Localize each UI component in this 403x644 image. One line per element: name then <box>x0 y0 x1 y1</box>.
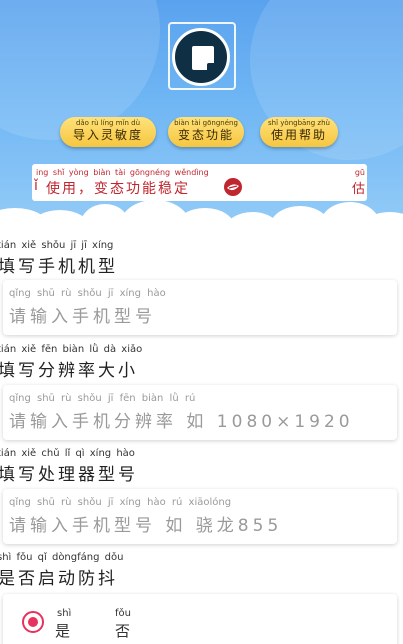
pill-label: 变态功能 <box>177 128 234 142</box>
processor-title: 填写处理器型号 <box>0 465 138 485</box>
notice-edge-pinyin: gū <box>354 168 365 177</box>
mod-function-button[interactable]: biàn tài gōngnéng 变态功能 <box>168 117 244 147</box>
model-title-pinyin: tián xiě shǒu jī jī xíng <box>0 240 114 251</box>
placeholder-text: 请输入手机型号 <box>9 307 156 327</box>
processor-title-pinyin: tián xiě chǔ lǐ qì xíng hào <box>0 448 135 459</box>
yes-pinyin: shì <box>57 608 72 619</box>
placeholder-text: 请输入手机型号 如 骁龙855 <box>9 516 283 536</box>
placeholder-text: 请输入手机分辨率 如 1080×1920 <box>9 412 354 432</box>
pill-label: 导入灵敏度 <box>72 128 143 142</box>
no-label[interactable]: 否 <box>115 620 130 641</box>
resolution-title: 填写分辨率大小 <box>0 361 138 381</box>
placeholder-pinyin: qǐng shū rù shǒu jī xíng hào <box>9 288 166 299</box>
header-banner: dǎo rù líng mǐn dù 导入灵敏度 biàn tài gōngné… <box>0 0 403 225</box>
processor-input[interactable]: qǐng shū rù shǒu jī xíng hào rú xiāolóng… <box>3 489 397 544</box>
notice-edge-text: 估 <box>351 182 365 197</box>
yes-label[interactable]: 是 <box>55 620 70 641</box>
pill-pinyin: biàn tài gōngnéng <box>174 119 238 127</box>
app-logo-icon <box>172 28 230 86</box>
import-sensitivity-button[interactable]: dǎo rù líng mǐn dù 导入灵敏度 <box>60 117 156 147</box>
notice-pinyin: ing shǐ yòng biàn tài gōngnéng wěndìng <box>36 168 209 177</box>
resolution-title-pinyin: tián xiě fēn biàn lǜ dà xiǎo <box>0 344 143 355</box>
radio-yes[interactable] <box>22 611 44 633</box>
placeholder-pinyin: qǐng shū rù shǒu jī xíng hào rú xiāolóng <box>9 497 232 508</box>
notice-cut-glyph: ǐ <box>34 178 38 194</box>
resolution-input[interactable]: qǐng shū rù shǒu jī fēn biàn lǜ rú 请输入手机… <box>3 385 397 440</box>
notice-text: 使用，变态功能稳定 <box>46 181 190 197</box>
pill-pinyin: shǐ yòngbāng zhù <box>268 119 330 127</box>
model-title: 填写手机机型 <box>0 257 118 277</box>
help-button[interactable]: shǐ yòngbāng zhù 使用帮助 <box>260 117 338 147</box>
pill-pinyin: dǎo rù líng mǐn dù <box>75 119 141 127</box>
phone-model-input[interactable]: qǐng shū rù shǒu jī xíng hào 请输入手机型号 <box>3 280 397 335</box>
placeholder-pinyin: qǐng shū rù shǒu jī fēn biàn lǜ rú <box>9 393 196 404</box>
pill-label: 使用帮助 <box>270 128 327 142</box>
shake-title: 是否启动防抖 <box>0 569 118 589</box>
lips-icon <box>224 178 242 196</box>
shake-title-pinyin: shì fǒu qǐ dòngfáng dǒu <box>0 552 124 563</box>
no-pinyin: fǒu <box>115 608 131 619</box>
marquee-notice: ing shǐ yòng biàn tài gōngnéng wěndìng ǐ… <box>32 164 367 201</box>
